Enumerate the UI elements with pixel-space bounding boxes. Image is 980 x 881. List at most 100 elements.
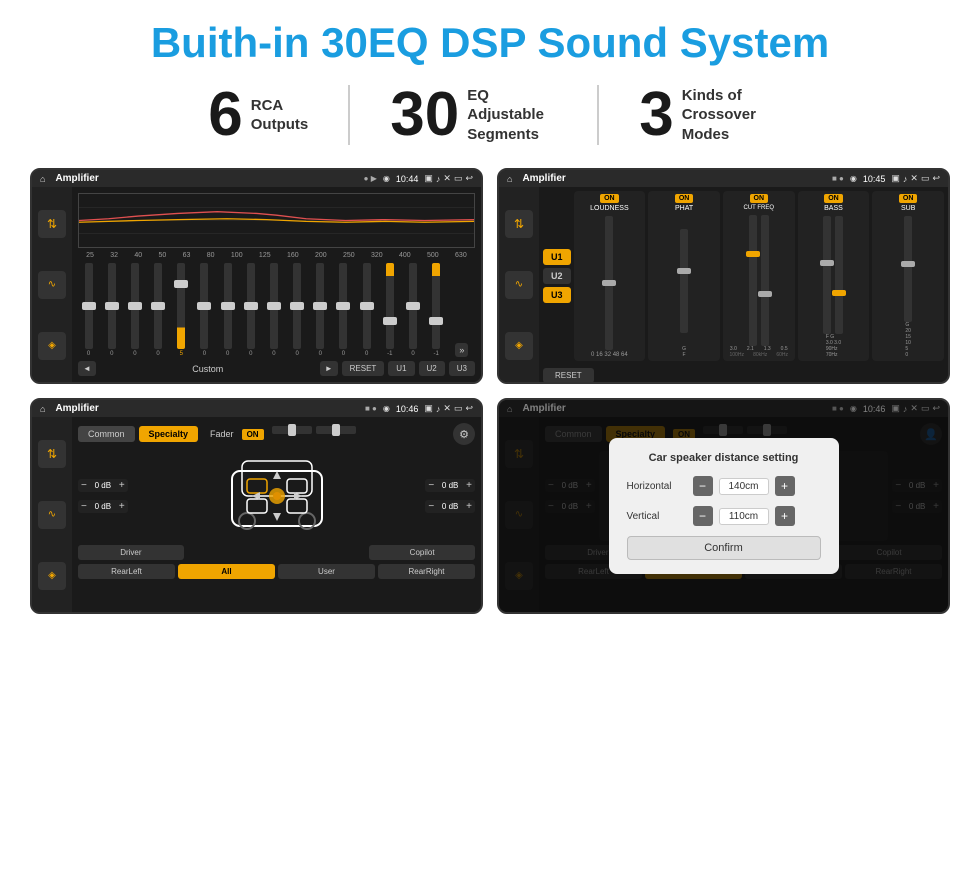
fader-on-badge: ON — [242, 429, 264, 440]
eq-slider-3[interactable]: 0 — [154, 263, 162, 357]
loudness-slider-1[interactable] — [605, 216, 613, 350]
eq-u1-btn[interactable]: U1 — [388, 361, 414, 376]
fr-plus[interactable]: + — [466, 480, 472, 491]
horizontal-plus-btn[interactable]: + — [775, 476, 795, 496]
rl-minus[interactable]: − — [81, 501, 87, 512]
fader-slider-2[interactable] — [316, 426, 356, 434]
eq-slider-12[interactable]: 0 — [363, 263, 371, 357]
eq-slider-7[interactable]: 0 — [247, 263, 255, 357]
cross-u1-btn[interactable]: U1 — [543, 249, 571, 265]
rr-plus[interactable]: + — [466, 501, 472, 512]
eq-slider-0[interactable]: 0 — [85, 263, 93, 357]
eq-slider-15[interactable]: -1 — [432, 263, 440, 357]
cutfreq-slider-2[interactable] — [761, 215, 769, 346]
copilot-btn[interactable]: Copilot — [369, 545, 475, 560]
eq-freq-labels: 25 32 40 50 63 80 100 125 160 200 250 32… — [78, 252, 475, 259]
freq-250: 250 — [343, 252, 355, 259]
back-icon-2[interactable]: ↩ — [932, 173, 940, 184]
tab-specialty[interactable]: Specialty — [139, 426, 199, 442]
eq-prev-btn[interactable]: ◄ — [78, 361, 96, 376]
cross-reset-row: RESET — [543, 365, 944, 383]
freq-160: 160 — [287, 252, 299, 259]
cross-speaker-btn[interactable]: ◈ — [505, 332, 533, 360]
cross-channels-container: ON LOUDNESS 0 16 32 48 64 ON PHAT — [574, 191, 944, 361]
car-center-spacer — [187, 545, 367, 560]
cutfreq-slider-1[interactable] — [749, 215, 757, 346]
settings-icon[interactable]: ⚙ — [453, 423, 475, 445]
back-icon-3[interactable]: ↩ — [465, 403, 473, 414]
spec-speaker-btn[interactable]: ◈ — [38, 562, 66, 590]
fader-sliders — [272, 426, 356, 434]
confirm-button[interactable]: Confirm — [627, 536, 821, 560]
eq-next-btn[interactable]: ► — [320, 361, 338, 376]
vertical-plus-btn[interactable]: + — [775, 506, 795, 526]
eq-slider-4[interactable]: 5 — [177, 263, 185, 357]
eq-speaker-btn[interactable]: ◈ — [38, 332, 66, 360]
home-icon-1[interactable]: ⌂ — [40, 174, 45, 184]
eq-slider-5[interactable]: 0 — [200, 263, 208, 357]
volume-icon-3: ♪ — [436, 404, 441, 414]
eq-reset-btn[interactable]: RESET — [342, 361, 385, 376]
phat-labels: GF — [682, 346, 686, 358]
eq-slider-8[interactable]: 0 — [270, 263, 278, 357]
eq-slider-9[interactable]: 0 — [293, 263, 301, 357]
eq-slider-13[interactable]: -1 — [386, 263, 394, 357]
eq-filter-btn[interactable]: ⇅ — [38, 210, 66, 238]
eq-u2-btn[interactable]: U2 — [419, 361, 445, 376]
bass-slider-1[interactable] — [823, 216, 831, 334]
back-icon-1[interactable]: ↩ — [465, 173, 473, 184]
home-icon-3[interactable]: ⌂ — [40, 404, 45, 414]
rearleft-btn[interactable]: RearLeft — [78, 564, 175, 579]
rr-minus[interactable]: − — [428, 501, 434, 512]
home-icon-2[interactable]: ⌂ — [507, 174, 512, 184]
cutfreq-name: CUT FREQ — [743, 205, 774, 211]
eq-wave-btn[interactable]: ∿ — [38, 271, 66, 299]
fl-plus[interactable]: + — [119, 480, 125, 491]
eq-slider-1[interactable]: 0 — [108, 263, 116, 357]
cross-wave-btn[interactable]: ∿ — [505, 271, 533, 299]
sub-labels: G20151050 — [905, 322, 911, 358]
rl-plus[interactable]: + — [119, 501, 125, 512]
phat-slider[interactable] — [680, 229, 688, 333]
tab-common[interactable]: Common — [78, 426, 135, 442]
cross-loudness: ON LOUDNESS 0 16 32 48 64 — [574, 191, 646, 361]
freq-63: 63 — [183, 252, 191, 259]
eq-slider-11[interactable]: 0 — [339, 263, 347, 357]
rearright-btn[interactable]: RearRight — [378, 564, 475, 579]
cross-u2-btn[interactable]: U2 — [543, 268, 571, 284]
sub-name: SUB — [901, 205, 915, 212]
stat-crossover-label: Kinds ofCrossover Modes — [682, 86, 772, 145]
phat-sliders — [650, 216, 718, 346]
dialog-overlay: Car speaker distance setting Horizontal … — [499, 400, 948, 612]
spec-filter-btn[interactable]: ⇅ — [38, 440, 66, 468]
eq-slider-2[interactable]: 0 — [131, 263, 139, 357]
eq-slider-10[interactable]: 0 — [316, 263, 324, 357]
camera-icon-2: ▣ — [891, 173, 900, 184]
bass-slider-2[interactable] — [835, 216, 843, 334]
freq-125: 125 — [259, 252, 271, 259]
cross-reset-btn[interactable]: RESET — [543, 368, 594, 383]
fl-minus[interactable]: − — [81, 480, 87, 491]
cross-filter-btn[interactable]: ⇅ — [505, 210, 533, 238]
cross-u-buttons-row: U1 U2 U3 ON LOUDNESS — [543, 191, 944, 361]
screen-specialty: ⌂ Amplifier ■ ● ◉ 10:46 ▣ ♪ ✕ ▭ ↩ ⇅ ∿ ◈ — [30, 398, 483, 614]
cross-side-controls: ⇅ ∿ ◈ — [499, 187, 539, 382]
vertical-minus-btn[interactable]: − — [693, 506, 713, 526]
cross-u3-btn[interactable]: U3 — [543, 287, 571, 303]
horizontal-minus-btn[interactable]: − — [693, 476, 713, 496]
cross-main: U1 U2 U3 ON LOUDNESS — [539, 187, 948, 382]
vertical-value: 110cm — [719, 508, 769, 525]
fr-minus[interactable]: − — [428, 480, 434, 491]
sub-slider[interactable] — [904, 216, 912, 322]
eq-u3-btn[interactable]: U3 — [449, 361, 475, 376]
driver-btn[interactable]: Driver — [78, 545, 184, 560]
all-btn[interactable]: All — [178, 564, 275, 579]
fader-slider-1[interactable] — [272, 426, 312, 434]
eq-slider-14[interactable]: 0 — [409, 263, 417, 357]
eq-side-controls: ⇅ ∿ ◈ — [32, 187, 72, 382]
eq-slider-6[interactable]: 0 — [224, 263, 232, 357]
spec-wave-btn[interactable]: ∿ — [38, 501, 66, 529]
eq-more-btn[interactable]: » — [455, 343, 468, 357]
user-btn[interactable]: User — [278, 564, 375, 579]
phat-on: ON — [675, 194, 694, 203]
